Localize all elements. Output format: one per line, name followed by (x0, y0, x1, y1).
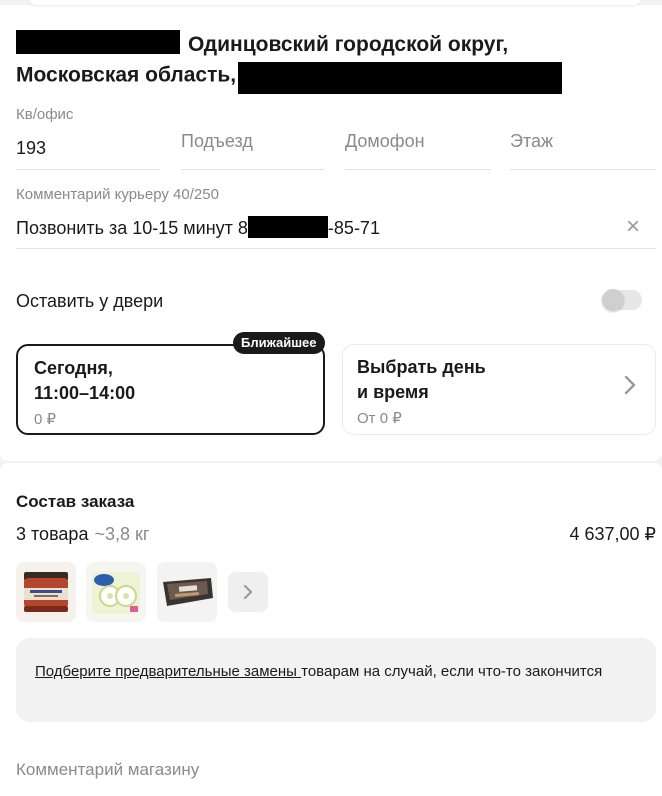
chevron-right-icon (624, 375, 636, 395)
slot-choose-price: От 0 ₽ (357, 410, 402, 427)
field-underline (16, 169, 160, 170)
courier-comment-label: Комментарий курьеру 40/250 (16, 186, 219, 203)
address-line-2: Московская область, (16, 63, 237, 87)
redacted-block (247, 216, 328, 239)
slot-today-day: Сегодня, (34, 358, 113, 378)
leave-at-door-toggle[interactable] (602, 289, 642, 311)
more-products-button[interactable] (228, 572, 268, 612)
chevron-right-icon (243, 584, 253, 600)
slot-today-price: 0 ₽ (34, 411, 57, 428)
product-thumbnail-caviar-jar[interactable] (16, 562, 76, 622)
caviar-jar-image (16, 562, 76, 622)
order-title: Состав заказа (16, 492, 135, 511)
entrance-placeholder[interactable]: Подъезд (181, 131, 253, 152)
courier-comment-value[interactable]: Позвонить за 10-15 минут 8 -85-71 (16, 216, 380, 240)
nearest-badge: Ближайшее (233, 332, 325, 354)
store-comment-input[interactable]: Комментарий магазину (16, 760, 199, 780)
delivery-slot-today[interactable]: Сегодня, 11:00–14:00 0 ₽ (16, 344, 325, 435)
substitutions-rest: товарам на случай, если что-то закончитс… (301, 663, 603, 680)
courier-comment-field[interactable]: Комментарий курьеру 40/250 Позвонить за … (16, 186, 656, 250)
courier-comment-suffix: -85-71 (327, 218, 380, 238)
order-summary: 3 товара ~3,8 кг (16, 524, 149, 545)
previous-card-edge (0, 0, 662, 5)
substitutions-link[interactable]: Подберите предварительные замены (35, 663, 301, 680)
apartment-value[interactable]: 193 (16, 138, 46, 159)
slot-today-time: 11:00–14:00 (34, 383, 136, 403)
apartment-label: Кв/офис (16, 106, 74, 123)
substitutions-banner: Подберите предварительные замены товарам… (16, 638, 656, 722)
field-underline (510, 169, 656, 170)
redacted-block (16, 30, 180, 55)
slot-choose-line1: Выбрать день (357, 357, 486, 377)
clear-icon[interactable]: × (622, 215, 644, 239)
floor-field[interactable]: Этаж (510, 106, 656, 170)
product-thumbnail-ice-cream-tub[interactable] (157, 562, 217, 622)
field-underline (345, 169, 491, 170)
intercom-field[interactable]: Домофон (345, 106, 491, 170)
order-weight: ~3,8 кг (94, 524, 150, 544)
courier-comment-prefix: Позвонить за 10-15 минут 8 (16, 218, 248, 238)
delivery-slot-choose[interactable]: Выбрать день и время От 0 ₽ (342, 344, 656, 435)
leave-at-door-row: Оставить у двери (16, 285, 656, 317)
floor-placeholder[interactable]: Этаж (510, 131, 553, 152)
field-underline (181, 169, 325, 170)
slot-choose-line2: и время (357, 382, 429, 402)
product-thumbnail-zewa-toilet-paper[interactable] (86, 562, 146, 622)
order-count: 3 товара (16, 524, 89, 544)
apartment-field[interactable]: Кв/офис 193 (16, 106, 160, 170)
delivery-address[interactable]: Одинцовский городской округ, Московская … (16, 30, 636, 94)
substitutions-text: Подберите предварительные замены товарам… (35, 660, 615, 683)
field-underline (16, 248, 656, 249)
toggle-knob (602, 289, 624, 311)
redacted-block (238, 62, 563, 94)
order-total: 4 637,00 ₽ (569, 524, 656, 544)
ice-cream-tub-image (157, 562, 217, 622)
section-divider (0, 453, 662, 471)
entrance-field[interactable]: Подъезд (181, 106, 325, 170)
address-line-1: Одинцовский городской округ, (188, 33, 509, 56)
leave-at-door-label: Оставить у двери (16, 291, 164, 311)
intercom-placeholder[interactable]: Домофон (345, 131, 425, 152)
toilet-paper-image (86, 562, 146, 622)
